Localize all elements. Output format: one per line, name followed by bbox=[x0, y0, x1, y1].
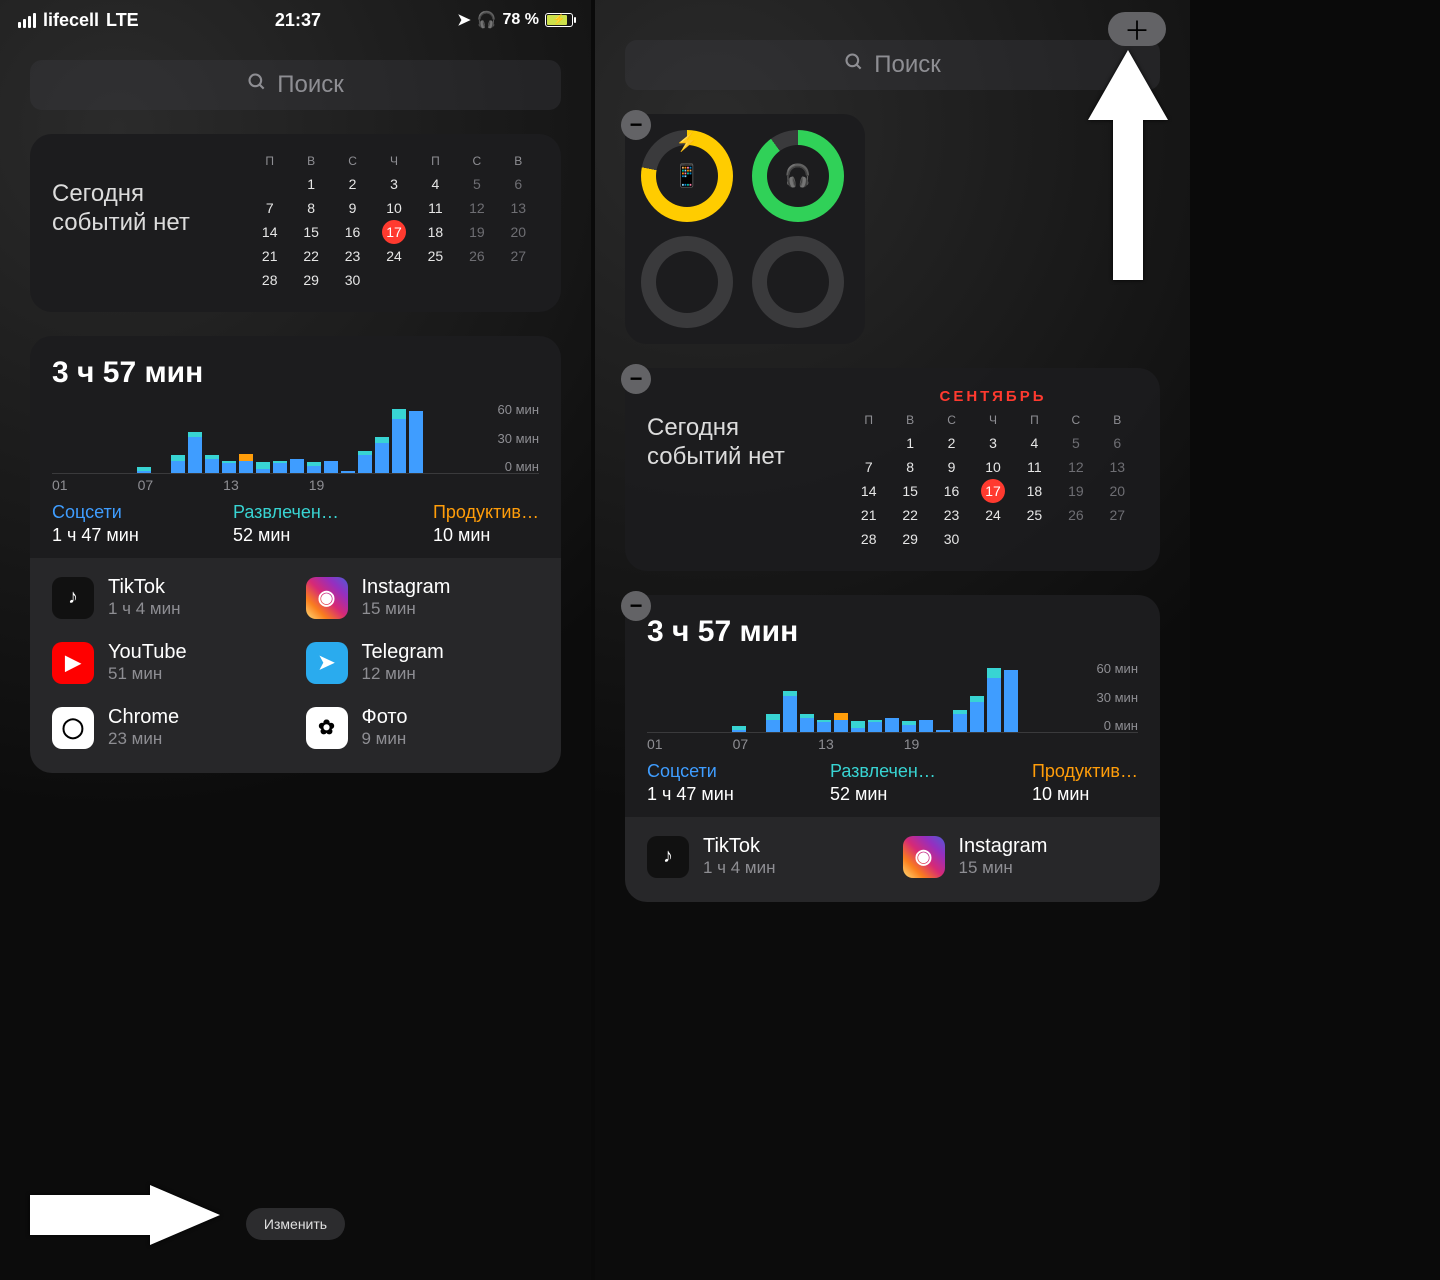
no-events-label: Сегодня событий нет bbox=[52, 154, 231, 238]
screentime-chart: 60 мин 30 мин 0 мин 01 07 13 19 bbox=[52, 402, 539, 492]
app-row-youtube[interactable]: ▶YouTube51 мин bbox=[52, 641, 286, 684]
app-row-instagram[interactable]: ◉Instagram15 мин bbox=[903, 835, 1139, 878]
phone-left: lifecell LTE 21:37 ➤ 🎧 78 % ⚡ Поиск Сего… bbox=[0, 0, 591, 1280]
battery-ring: 📱⚡ bbox=[641, 130, 733, 222]
calendar-grid-right: СЕНТЯБРЬ ПВСЧПСВ123456789101112131415161… bbox=[848, 388, 1138, 551]
network-label: LTE bbox=[106, 10, 139, 31]
app-row-telegram[interactable]: ➤Telegram12 мин bbox=[306, 641, 540, 684]
remove-widget-button[interactable]: − bbox=[621, 110, 651, 140]
search-placeholder: Поиск bbox=[874, 51, 941, 79]
chart-bars-right bbox=[647, 661, 1138, 733]
search-field[interactable]: Поиск bbox=[625, 40, 1160, 90]
location-icon: ➤ bbox=[457, 10, 470, 30]
app-row-chrome[interactable]: ◯Chrome23 мин bbox=[52, 706, 286, 749]
search-field[interactable]: Поиск bbox=[30, 60, 561, 110]
chrome-icon: ◯ bbox=[52, 707, 94, 749]
screentime-total: 3 ч 57 мин bbox=[52, 356, 539, 390]
instagram-icon: ◉ bbox=[306, 577, 348, 619]
arrow-to-edit bbox=[30, 1185, 220, 1250]
screentime-widget[interactable]: 3 ч 57 мин 60 мин 30 мин 0 мин 01 07 13 … bbox=[30, 336, 561, 773]
tiktok-icon: ♪ bbox=[52, 577, 94, 619]
arrow-to-add bbox=[1088, 50, 1168, 285]
battery-ring bbox=[641, 236, 733, 328]
app-row-фото[interactable]: ✿Фото9 мин bbox=[306, 706, 540, 749]
telegram-icon: ➤ bbox=[306, 642, 348, 684]
clock: 21:37 bbox=[139, 10, 458, 31]
battery-ring: 🎧 bbox=[752, 130, 844, 222]
screentime-widget[interactable]: − 3 ч 57 мин 60 мин 30 мин 0 мин 01 07 1… bbox=[625, 595, 1160, 902]
search-placeholder: Поиск bbox=[277, 71, 344, 99]
status-bar: lifecell LTE 21:37 ➤ 🎧 78 % ⚡ bbox=[0, 0, 591, 40]
instagram-icon: ◉ bbox=[903, 836, 945, 878]
search-icon bbox=[247, 71, 267, 99]
category-row: Соцсети1 ч 47 мин Развлечен…52 мин Проду… bbox=[647, 761, 1138, 805]
add-widget-button[interactable]: ＋ bbox=[1108, 12, 1166, 46]
фото-icon: ✿ bbox=[306, 707, 348, 749]
calendar-widget[interactable]: Сегодня событий нет ПВСЧПСВ1234567891011… bbox=[30, 134, 561, 312]
battery-ring bbox=[752, 236, 844, 328]
remove-widget-button[interactable]: − bbox=[621, 364, 651, 394]
youtube-icon: ▶ bbox=[52, 642, 94, 684]
category-row: Соцсети1 ч 47 мин Развлечен…52 мин Проду… bbox=[52, 502, 539, 546]
app-row-tiktok[interactable]: ♪TikTok1 ч 4 мин bbox=[52, 576, 286, 619]
carrier-label: lifecell bbox=[43, 10, 99, 31]
calendar-widget[interactable]: − Сегодня событий нет СЕНТЯБРЬ ПВСЧПСВ12… bbox=[625, 368, 1160, 571]
search-icon bbox=[844, 51, 864, 79]
chart-bars-left bbox=[52, 402, 539, 474]
calendar-grid-left: ПВСЧПСВ123456789101112131415161718192021… bbox=[249, 154, 539, 292]
screentime-total: 3 ч 57 мин bbox=[647, 615, 1138, 649]
edit-button[interactable]: Изменить bbox=[246, 1208, 345, 1240]
headphones-icon: 🎧 bbox=[477, 10, 497, 30]
app-row-instagram[interactable]: ◉Instagram15 мин bbox=[306, 576, 540, 619]
tiktok-icon: ♪ bbox=[647, 836, 689, 878]
battery-pct: 78 % bbox=[503, 11, 539, 29]
app-list-left: ♪TikTok1 ч 4 мин ◉Instagram15 мин ▶YouTube… bbox=[30, 558, 561, 773]
battery-widget[interactable]: − 📱⚡🎧 bbox=[625, 114, 865, 344]
no-events-label: Сегодня событий нет bbox=[647, 388, 830, 472]
app-list-right: ♪TikTok1 ч 4 мин ◉Instagram15 мин bbox=[625, 817, 1160, 902]
phone-right: ＋ Поиск − 📱⚡🎧 − Сегодня событий нет СЕНТ… bbox=[595, 0, 1190, 1280]
signal-icon bbox=[18, 13, 36, 28]
app-row-tiktok[interactable]: ♪TikTok1 ч 4 мин bbox=[647, 835, 883, 878]
remove-widget-button[interactable]: − bbox=[621, 591, 651, 621]
screentime-chart: 60 мин 30 мин 0 мин 01 07 13 19 bbox=[647, 661, 1138, 751]
battery-icon: ⚡ bbox=[545, 13, 573, 27]
